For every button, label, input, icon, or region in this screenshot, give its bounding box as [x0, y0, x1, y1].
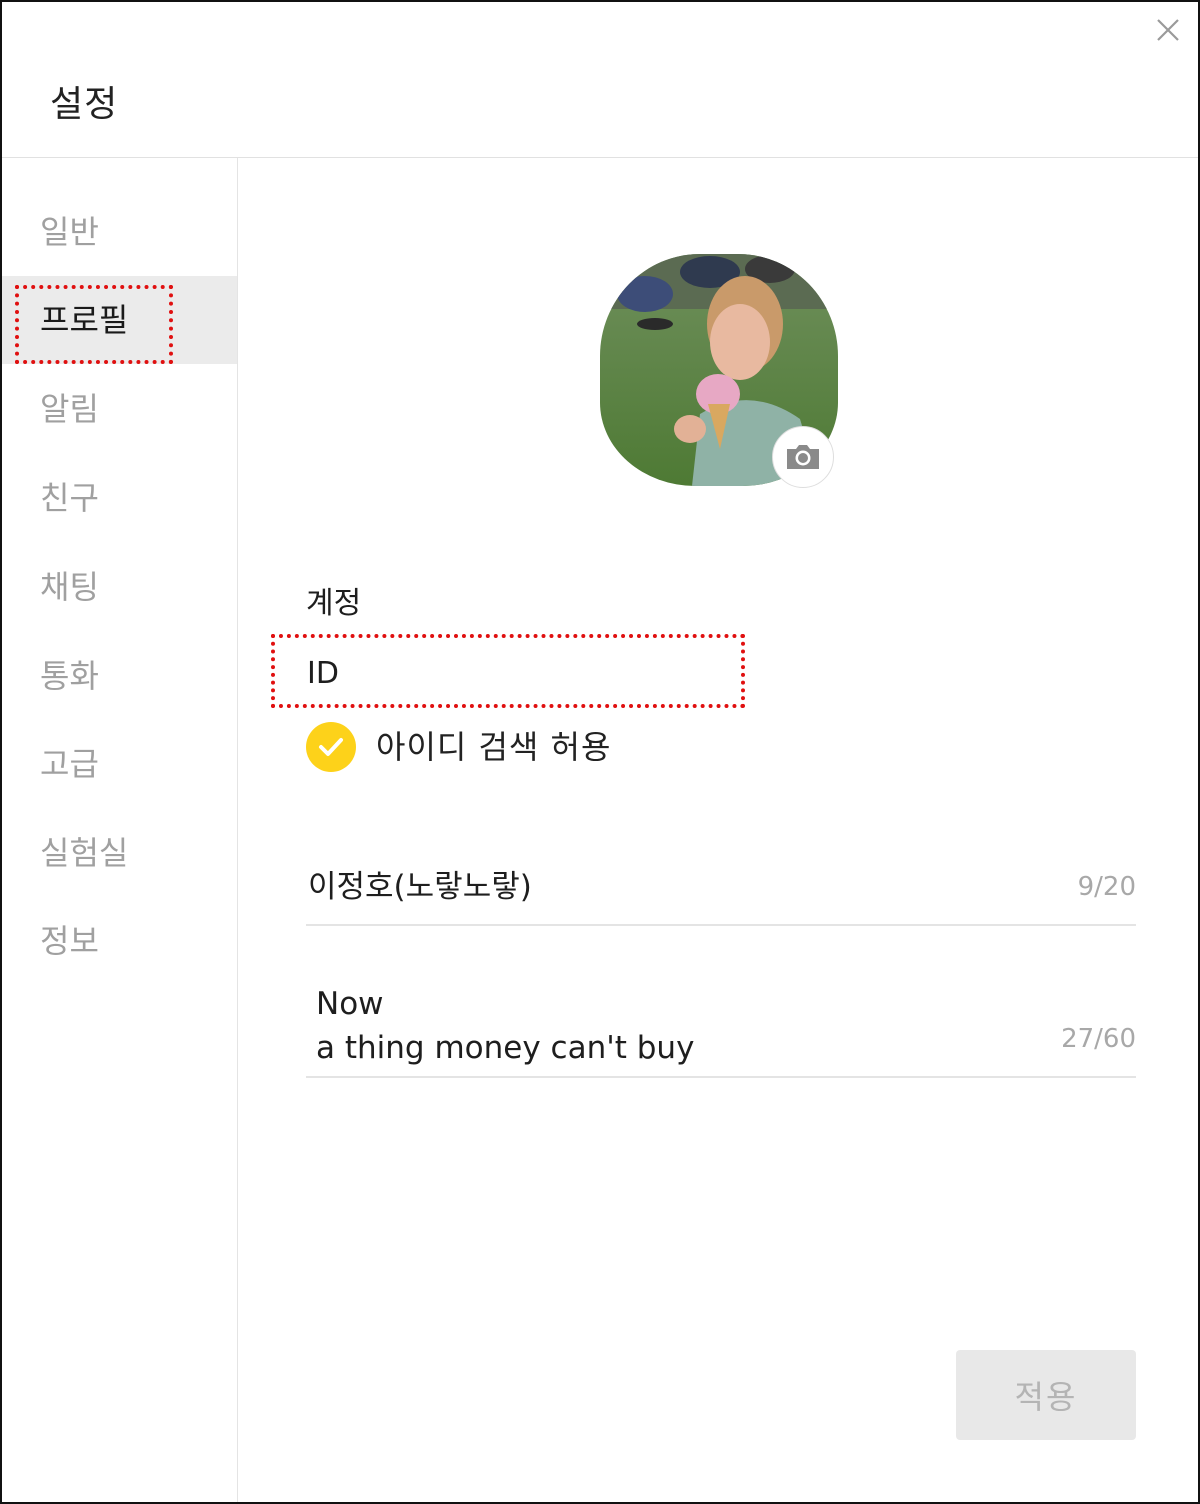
sidebar-item-label: 고급 [40, 745, 99, 783]
change-photo-button[interactable] [772, 426, 834, 488]
sidebar-item-info[interactable]: 정보 [2, 897, 237, 985]
allow-id-search-label[interactable]: 아이디 검색 허용 [376, 722, 611, 772]
name-value: 이정호(노랗노랗) [308, 869, 532, 905]
apply-button[interactable]: 적용 [956, 1350, 1136, 1440]
status-line-2: a thing money can't buy [316, 1030, 695, 1066]
sidebar-item-label: 통화 [40, 657, 99, 695]
sidebar: 일반 프로필 알림 친구 채팅 통화 고급 실험실 정보 [2, 158, 237, 1502]
status-line-1: Now [316, 986, 384, 1022]
sidebar-item-chat[interactable]: 채팅 [2, 543, 237, 631]
sidebar-item-call[interactable]: 통화 [2, 632, 237, 720]
sidebar-item-advanced[interactable]: 고급 [2, 720, 237, 808]
window-title: 설정 [50, 84, 119, 125]
sidebar-item-label: 알림 [40, 390, 99, 428]
sidebar-item-label: 채팅 [40, 568, 99, 606]
sidebar-item-label: 실험실 [40, 834, 129, 872]
sidebar-item-general[interactable]: 일반 [2, 188, 237, 276]
sidebar-item-labs[interactable]: 실험실 [2, 809, 237, 897]
account-section-label: 계정 [306, 586, 362, 621]
settings-window: 설정 일반 프로필 알림 친구 채팅 통화 고급 실험실 정보 계정 ID 아이… [0, 0, 1200, 1504]
name-counter: 9/20 [1077, 872, 1136, 902]
check-icon [319, 738, 343, 756]
name-input[interactable]: 이정호(노랗노랗) 9/20 [306, 854, 1136, 926]
close-icon [1157, 19, 1179, 41]
status-counter: 27/60 [1061, 1024, 1136, 1054]
sidebar-item-profile[interactable]: 프로필 [2, 276, 237, 364]
id-field[interactable]: ID [271, 634, 745, 708]
sidebar-item-label: 프로필 [40, 301, 129, 339]
sidebar-item-notifications[interactable]: 알림 [2, 365, 237, 453]
sidebar-divider [237, 158, 238, 1502]
status-message-input[interactable]: Now a thing money can't buy 27/60 [306, 980, 1136, 1078]
sidebar-item-label: 친구 [40, 479, 99, 517]
sidebar-item-label: 일반 [40, 213, 99, 251]
sidebar-item-friends[interactable]: 친구 [2, 454, 237, 542]
close-button[interactable] [1150, 12, 1186, 48]
sidebar-item-label: 정보 [40, 922, 99, 960]
camera-icon [787, 445, 819, 469]
id-value: ID [307, 656, 339, 691]
allow-id-search-checkbox[interactable] [306, 722, 356, 772]
